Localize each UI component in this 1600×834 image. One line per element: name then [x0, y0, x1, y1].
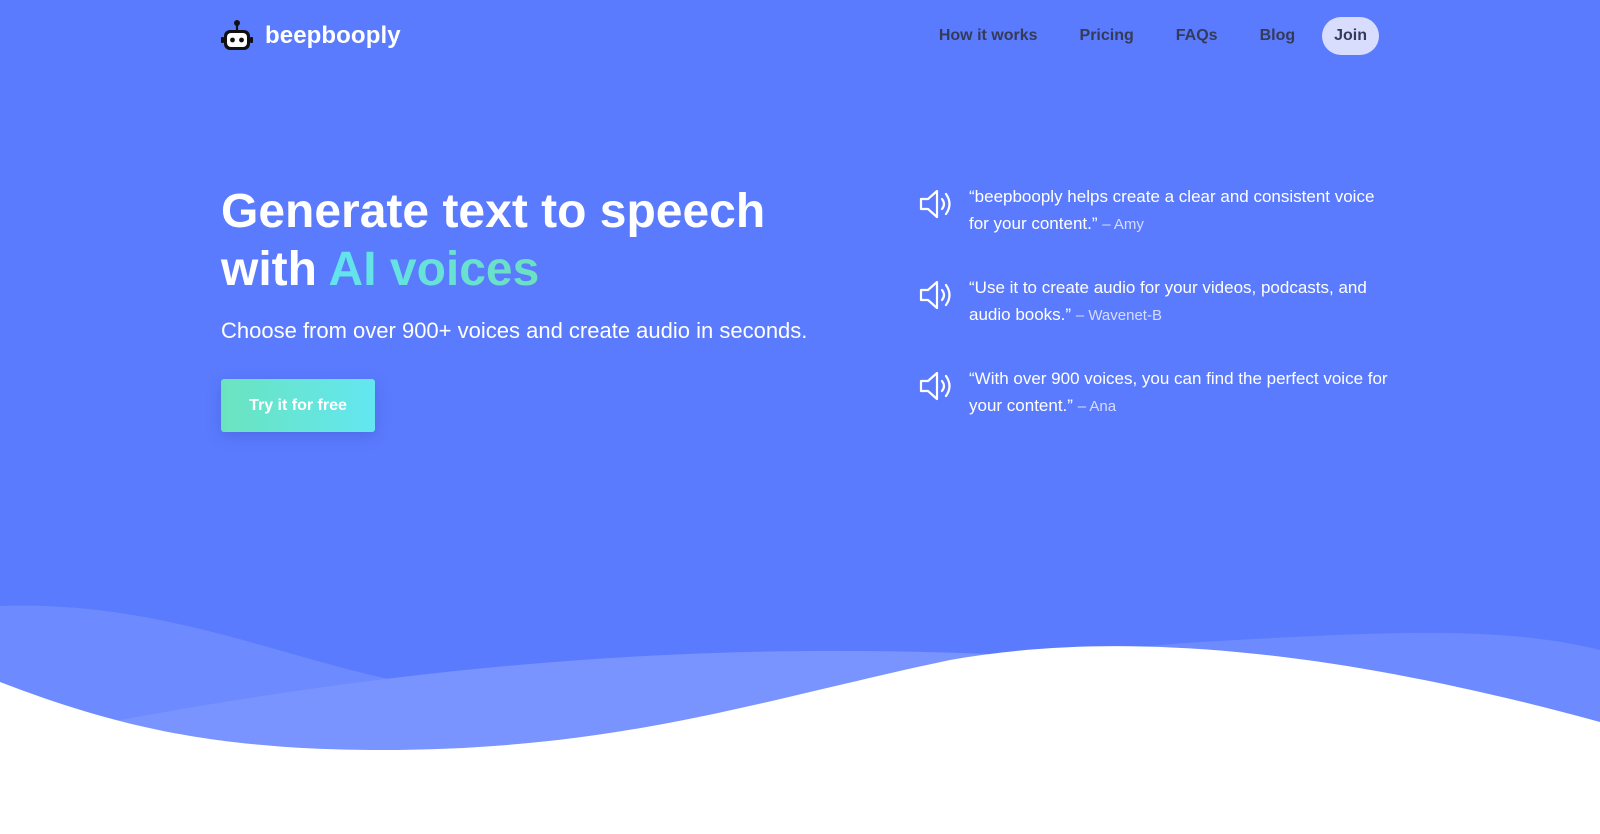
testimonial-item: “beepbooply helps create a clear and con…	[918, 183, 1388, 274]
hero-section: beepbooply How it works Pricing FAQs Blo…	[0, 0, 1600, 834]
testimonial-item: “With over 900 voices, you can find the …	[918, 365, 1388, 456]
headline-with: with	[221, 243, 329, 296]
nav-link-faqs[interactable]: FAQs	[1176, 27, 1218, 45]
testimonial-author: – Amy	[1102, 216, 1144, 233]
hero-headline: Generate text to speech with AI voices	[221, 183, 841, 299]
nav-link-how-it-works[interactable]: How it works	[939, 27, 1038, 45]
testimonial-quote-block: “With over 900 voices, you can find the …	[969, 365, 1388, 420]
headline-line-2: with AI voices	[221, 241, 841, 299]
headline-accent: AI voices	[328, 243, 540, 296]
testimonial-quote: “With over 900 voices, you can find the …	[969, 369, 1388, 415]
testimonial-quote: “beepbooply helps create a clear and con…	[969, 187, 1375, 233]
hero-subtitle: Choose from over 900+ voices and create …	[221, 318, 808, 343]
brand-name: beepbooply	[265, 22, 401, 49]
testimonial-item: “Use it to create audio for your videos,…	[918, 274, 1388, 365]
speaker-icon	[919, 189, 951, 219]
nav-link-pricing[interactable]: Pricing	[1080, 27, 1134, 45]
testimonials-list: “beepbooply helps create a clear and con…	[918, 183, 1388, 456]
headline-line-1: Generate text to speech	[221, 185, 766, 238]
testimonial-quote-block: “beepbooply helps create a clear and con…	[969, 183, 1388, 238]
testimonial-quote: “Use it to create audio for your videos,…	[969, 278, 1367, 324]
nav-link-blog[interactable]: Blog	[1260, 27, 1296, 45]
speaker-icon	[919, 371, 951, 401]
brand[interactable]: beepbooply	[221, 19, 401, 53]
testimonial-quote-block: “Use it to create audio for your videos,…	[969, 274, 1388, 329]
main-nav: How it works Pricing FAQs Blog Join	[897, 17, 1379, 55]
robot-icon	[221, 20, 253, 50]
testimonial-author: – Wavenet-B	[1075, 307, 1162, 324]
join-button[interactable]: Join	[1322, 17, 1379, 55]
testimonial-author: – Ana	[1077, 398, 1117, 415]
site-header: beepbooply How it works Pricing FAQs Blo…	[221, 14, 1379, 58]
try-free-button[interactable]: Try it for free	[221, 379, 375, 432]
speaker-icon	[919, 280, 951, 310]
